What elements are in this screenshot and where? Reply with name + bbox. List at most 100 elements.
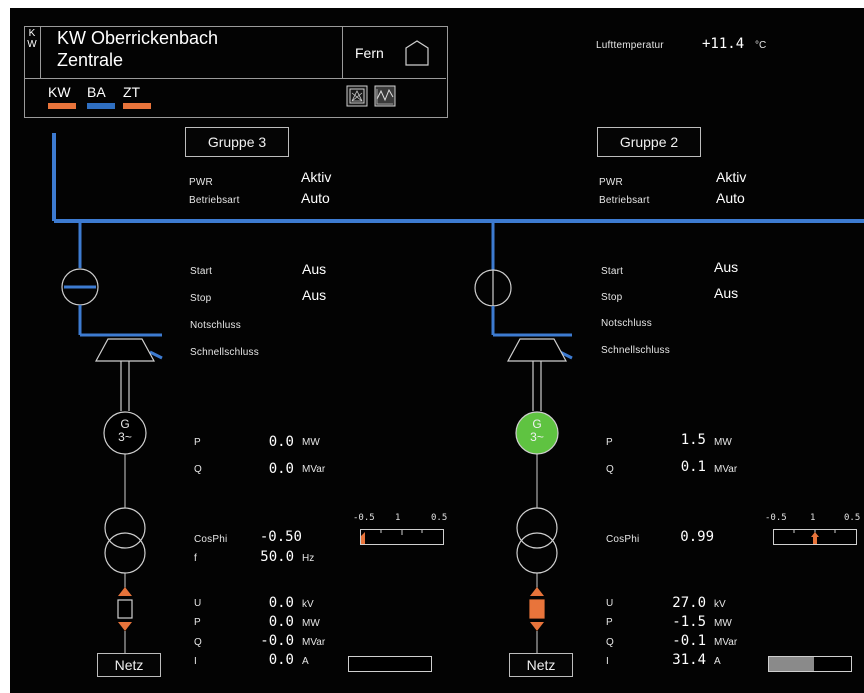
g3-grid-p-value: 0.0 (268, 614, 294, 630)
g2-grid-p-label: P (606, 617, 613, 628)
g3-transformer-top (104, 507, 146, 549)
g2-pwr-label: PWR (599, 177, 623, 188)
g3-cosphi-label: CosPhi (194, 534, 228, 545)
g3-grid-u-value: 0.0 (268, 595, 294, 611)
g3-grid-i-value: 0.0 (268, 652, 294, 668)
g3-grid-u-unit: kV (302, 599, 314, 610)
g2-current-bar-fill (769, 657, 814, 671)
g2-cosphi-label: CosPhi (606, 534, 640, 545)
g3-stop-label: Stop (190, 293, 212, 304)
g2-mode-value: Auto (716, 190, 745, 206)
g3-q-value: 0.0 (268, 461, 294, 477)
g2-gauge-ticks (793, 530, 836, 544)
g3-current-bar (348, 656, 432, 672)
g3-scale-max: 0.5 (431, 513, 448, 523)
g2-q-value: 0.1 (680, 459, 706, 475)
g3-grid-q-unit: MVar (302, 637, 326, 648)
g2-netz-button[interactable]: Netz (509, 653, 573, 677)
g3-mode-value: Auto (301, 190, 330, 206)
g3-f-label: f (194, 553, 197, 564)
g2-pwr-value: Aktiv (716, 169, 747, 185)
g3-grid-u-label: U (194, 598, 202, 609)
g3-arrow-up (118, 587, 132, 596)
g2-breaker (529, 599, 545, 619)
g2-grid-q-label: Q (606, 637, 614, 648)
g3-scale-min: -0.5 (353, 513, 375, 523)
g2-grid-i-unit: A (714, 656, 721, 667)
g2-grid-u-unit: kV (714, 599, 726, 610)
g2-p-label: P (606, 437, 613, 448)
g2-arrow-up (530, 587, 544, 596)
g3-grid-i-label: I (194, 656, 197, 667)
g3-turbine (94, 338, 156, 362)
g3-pwr-value: Aktiv (301, 169, 332, 185)
g2-grid-u-label: U (606, 598, 614, 609)
g3-cosphi-gauge (360, 529, 444, 545)
g2-transformer-bottom (516, 532, 558, 574)
g3-p-unit: MW (302, 437, 320, 448)
g3-mode-label: Betriebsart (189, 195, 240, 206)
g3-start-label: Start (190, 266, 213, 277)
g3-grid-i-unit: A (302, 656, 309, 667)
g2-start-value: Aus (714, 259, 739, 275)
g3-grid-p-unit: MW (302, 618, 320, 629)
g3-grid-q-value: -0.0 (260, 633, 294, 649)
g2-p-unit: MW (714, 437, 732, 448)
g3-cosphi-pointer (361, 532, 365, 544)
g3-netz-button[interactable]: Netz (97, 653, 161, 677)
g2-current-bar (768, 656, 852, 672)
g2-scale-min: -0.5 (765, 513, 787, 523)
g3-breaker (117, 599, 133, 619)
g3-transformer-bottom (104, 532, 146, 574)
g2-q-label: Q (606, 464, 614, 475)
g2-grid-q-unit: MVar (714, 637, 738, 648)
g3-stop-value: Aus (302, 287, 327, 303)
g3-scale-mid: 1 (395, 513, 401, 523)
g2-turbine (506, 338, 568, 362)
g2-grid-p-unit: MW (714, 618, 732, 629)
g2-group-button[interactable]: Gruppe 2 (597, 127, 701, 157)
g2-cosphi-gauge (773, 529, 857, 545)
g2-grid-i-value: 31.4 (672, 652, 706, 668)
g3-arrow-down (118, 622, 132, 631)
g3-cosphi-value: -0.50 (259, 529, 302, 545)
scada-screen: K W KW Oberrickenbach Zentrale Fern KW B… (10, 8, 864, 693)
g2-start-label: Start (601, 266, 624, 277)
g2-generator-label: G 3~ (522, 418, 552, 444)
single-line-diagram (52, 133, 864, 653)
g2-p-value: 1.5 (680, 432, 706, 448)
g3-q-unit: MVar (302, 464, 326, 475)
g3-f-unit: Hz (302, 553, 315, 564)
g2-generator-label-phase: 3~ (530, 430, 544, 444)
g3-q-label: Q (194, 464, 202, 475)
g2-stop-value: Aus (714, 285, 739, 301)
g3-gauge-ticks (361, 530, 423, 544)
g2-grid-p-value: -1.5 (672, 614, 706, 630)
g3-schnellschluss-label: Schnellschluss (190, 347, 259, 358)
g2-scale-mid: 1 (810, 513, 816, 523)
g2-grid-u-value: 27.0 (672, 595, 706, 611)
g2-mode-label: Betriebsart (599, 195, 650, 206)
g2-notschluss-label: Notschluss (601, 318, 652, 329)
g2-transformer-top (516, 507, 558, 549)
g2-grid-i-label: I (606, 656, 609, 667)
g2-scale-max: 0.5 (844, 513, 861, 523)
g3-p-label: P (194, 437, 201, 448)
g2-grid-q-value: -0.1 (672, 633, 706, 649)
g3-group-button[interactable]: Gruppe 3 (185, 127, 289, 157)
g3-generator-label-phase: 3~ (118, 430, 132, 444)
g3-grid-q-label: Q (194, 637, 202, 648)
g2-arrow-down (530, 622, 544, 631)
g2-stop-label: Stop (601, 292, 623, 303)
g3-p-value: 0.0 (268, 434, 294, 450)
g2-cosphi-pointer (811, 532, 819, 544)
g2-schnellschluss-label: Schnellschluss (601, 345, 670, 356)
g3-pwr-label: PWR (189, 177, 213, 188)
g3-f-value: 50.0 (260, 549, 294, 565)
g3-grid-p-label: P (194, 617, 201, 628)
g3-start-value: Aus (302, 261, 327, 277)
g3-generator-label: G 3~ (110, 418, 140, 444)
g2-cosphi-value: 0.99 (680, 529, 714, 545)
g3-notschluss-label: Notschluss (190, 320, 241, 331)
g2-q-unit: MVar (714, 464, 738, 475)
